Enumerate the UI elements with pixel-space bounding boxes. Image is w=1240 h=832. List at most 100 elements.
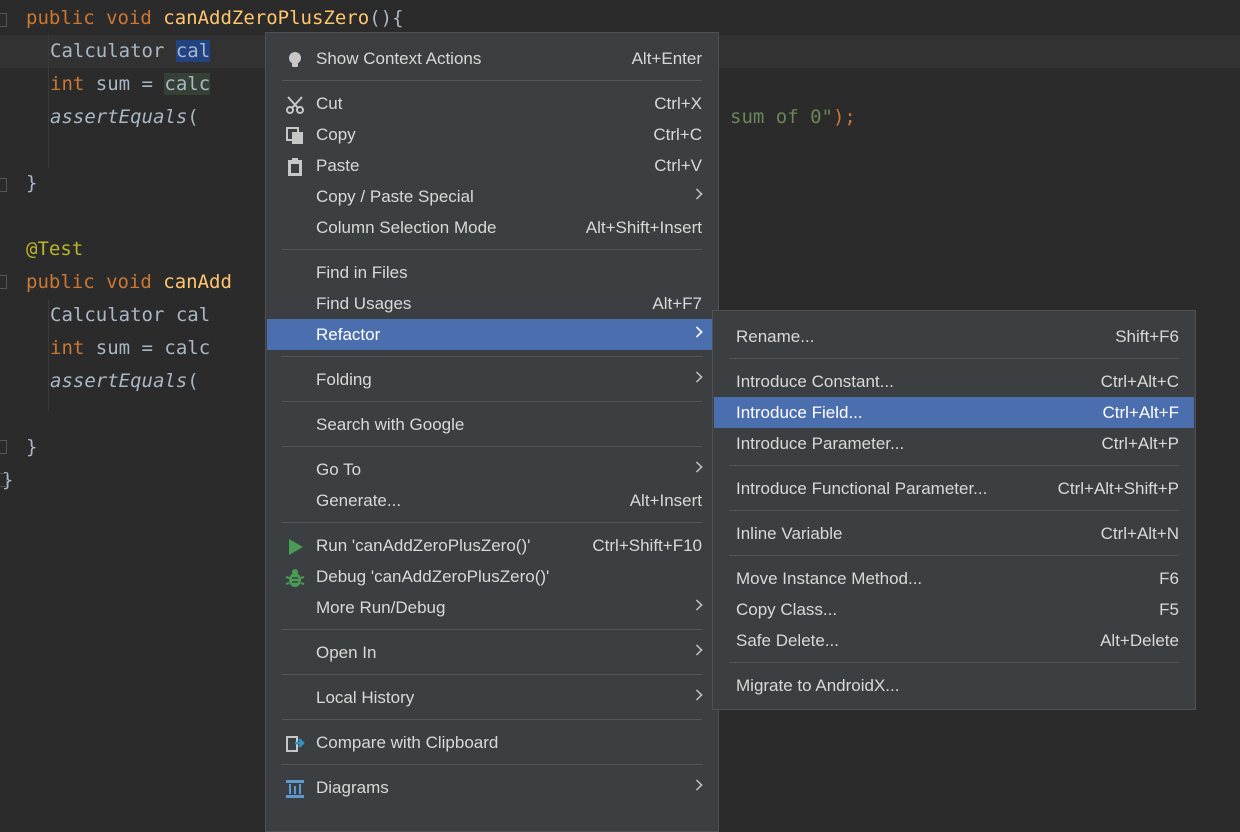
menu-item-shortcut: Alt+Enter (631, 49, 702, 68)
menu-item-label: Search with Google (316, 415, 465, 434)
menu-item-label: Debug 'canAddZeroPlusZero()' (316, 567, 550, 586)
menu-item-copy-paste-special[interactable]: Copy / Paste Special (267, 181, 717, 212)
clipboard-icon (285, 156, 305, 176)
fold-marker-icon[interactable] (0, 13, 7, 27)
menu-item-run-canaddzeropluszero[interactable]: Run 'canAddZeroPlusZero()' Ctrl+Shift+F10 (267, 530, 717, 561)
menu-item-shortcut: Shift+F6 (1115, 327, 1179, 346)
menu-item-shortcut: Ctrl+Alt+F (1102, 403, 1179, 422)
menu-item-go-to[interactable]: Go To (267, 454, 717, 485)
menu-separator (282, 764, 702, 765)
menu-item-shortcut: Ctrl+X (654, 94, 702, 113)
code-token: assertEquals (50, 370, 188, 392)
menu-item-shortcut: Ctrl+V (654, 156, 702, 175)
menu-item-refactor[interactable]: Refactor (267, 319, 717, 350)
menu-item-diagrams[interactable]: Diagrams (267, 772, 717, 803)
code-text: public void canAddZeroPlusZero(){ (26, 2, 404, 35)
code-text: public void canAdd (26, 266, 232, 299)
menu-separator (282, 719, 702, 720)
menu-item-label: Find in Files (316, 263, 408, 282)
menu-item-label: Introduce Field... (736, 403, 863, 422)
code-line[interactable]: public void canAddZeroPlusZero(){ (0, 2, 1240, 35)
menu-item-debug-canaddzeropluszero[interactable]: Debug 'canAddZeroPlusZero()' (267, 561, 717, 592)
menu-item-find-usages[interactable]: Find Usages Alt+F7 (267, 288, 717, 319)
refactor-item-introduce-field[interactable]: Introduce Field... Ctrl+Alt+F (714, 397, 1194, 428)
menu-item-compare-with-clipboard[interactable]: Compare with Clipboard (267, 727, 717, 758)
fold-marker-icon[interactable] (0, 440, 7, 454)
menu-item-label: Generate... (316, 491, 402, 510)
code-text: Calculator cal (50, 299, 210, 332)
code-token: ); (832, 106, 856, 128)
code-token: cal (175, 40, 211, 62)
code-token: (){ (369, 7, 404, 29)
menu-item-column-selection-mode[interactable]: Column Selection Mode Alt+Shift+Insert (267, 212, 717, 243)
code-token: sum = (95, 73, 165, 95)
menu-item-label: Paste (316, 156, 360, 175)
code-text-tail: sum of 0"); (730, 101, 856, 134)
menu-item-label: Copy (316, 125, 356, 144)
refactor-item-introduce-functional-parameter[interactable]: Introduce Functional Parameter... Ctrl+Al… (714, 473, 1194, 504)
menu-item-generate[interactable]: Generate... Alt+Insert (267, 485, 717, 516)
code-token: cal (175, 304, 211, 326)
compare-icon (285, 733, 305, 753)
menu-item-label: Compare with Clipboard (316, 733, 499, 752)
chevron-right-icon (691, 689, 703, 701)
menu-item-label: Migrate to AndroidX... (736, 676, 900, 695)
menu-item-label: Go To (316, 460, 362, 479)
menu-separator (282, 629, 702, 630)
code-text: Calculator cal (50, 35, 211, 68)
code-token: Calculator (50, 40, 176, 62)
chevron-right-icon (691, 188, 703, 200)
menu-item-show-context-actions[interactable]: Show Context Actions Alt+Enter (267, 43, 717, 74)
menu-separator (729, 555, 1179, 556)
code-text: assertEquals( (50, 365, 199, 398)
refactor-item-inline-variable[interactable]: Inline Variable Ctrl+Alt+N (714, 518, 1194, 549)
refactor-item-rename[interactable]: Rename... Shift+F6 (714, 321, 1194, 352)
indent-guide (48, 300, 49, 410)
menu-item-label: Move Instance Method... (736, 569, 923, 588)
context-menu: Show Context Actions Alt+Enter Cut Ctrl+X Co… (265, 32, 719, 832)
menu-item-shortcut: Ctrl+Alt+C (1100, 372, 1179, 391)
refactor-item-introduce-parameter[interactable]: Introduce Parameter... Ctrl+Alt+P (714, 428, 1194, 459)
refactor-item-copy-class[interactable]: Copy Class... F5 (714, 594, 1194, 625)
menu-item-search-with-google[interactable]: Search with Google (267, 409, 717, 440)
menu-separator (282, 674, 702, 675)
menu-separator (729, 510, 1179, 511)
menu-item-local-history[interactable]: Local History (267, 682, 717, 713)
code-token: } (26, 172, 38, 194)
menu-separator (282, 80, 702, 81)
menu-item-cut[interactable]: Cut Ctrl+X (267, 88, 717, 119)
menu-item-label: Show Context Actions (316, 49, 482, 68)
menu-item-copy[interactable]: Copy Ctrl+C (267, 119, 717, 150)
refactor-item-introduce-constant[interactable]: Introduce Constant... Ctrl+Alt+C (714, 366, 1194, 397)
code-token: sum = (95, 337, 165, 359)
menu-item-label: Diagrams (316, 778, 389, 797)
refactor-item-migrate-to-androidx[interactable]: Migrate to AndroidX... (714, 670, 1194, 701)
menu-item-label: Inline Variable (736, 524, 843, 543)
refactor-item-move-instance-method[interactable]: Move Instance Method... F6 (714, 563, 1194, 594)
menu-item-more-run-debug[interactable]: More Run/Debug (267, 592, 717, 623)
menu-item-label: Local History (316, 688, 415, 707)
diagram-icon (285, 778, 305, 798)
refactor-item-safe-delete[interactable]: Safe Delete... Alt+Delete (714, 625, 1194, 656)
menu-item-shortcut: Alt+Shift+Insert (585, 218, 702, 237)
code-text: int sum = calc (50, 68, 211, 101)
chevron-right-icon (691, 644, 703, 656)
menu-item-folding[interactable]: Folding (267, 364, 717, 395)
menu-item-shortcut: Ctrl+C (653, 125, 702, 144)
code-token: public void (26, 7, 164, 29)
chevron-right-icon (691, 779, 703, 791)
menu-item-find-in-files[interactable]: Find in Files (267, 257, 717, 288)
menu-item-paste[interactable]: Paste Ctrl+V (267, 150, 717, 181)
menu-item-shortcut: Alt+Insert (629, 491, 702, 510)
menu-item-shortcut: Alt+Delete (1100, 631, 1179, 650)
menu-item-open-in[interactable]: Open In (267, 637, 717, 668)
menu-item-label: Find Usages (316, 294, 412, 313)
menu-item-shortcut: Ctrl+Alt+Shift+P (1057, 479, 1179, 498)
fold-marker-icon[interactable] (0, 473, 7, 487)
indent-guide (48, 36, 49, 168)
chevron-right-icon (691, 326, 703, 338)
fold-marker-icon[interactable] (0, 178, 7, 192)
lightbulb-icon (285, 49, 305, 69)
fold-marker-icon[interactable] (0, 275, 7, 289)
bug-icon (285, 567, 305, 587)
